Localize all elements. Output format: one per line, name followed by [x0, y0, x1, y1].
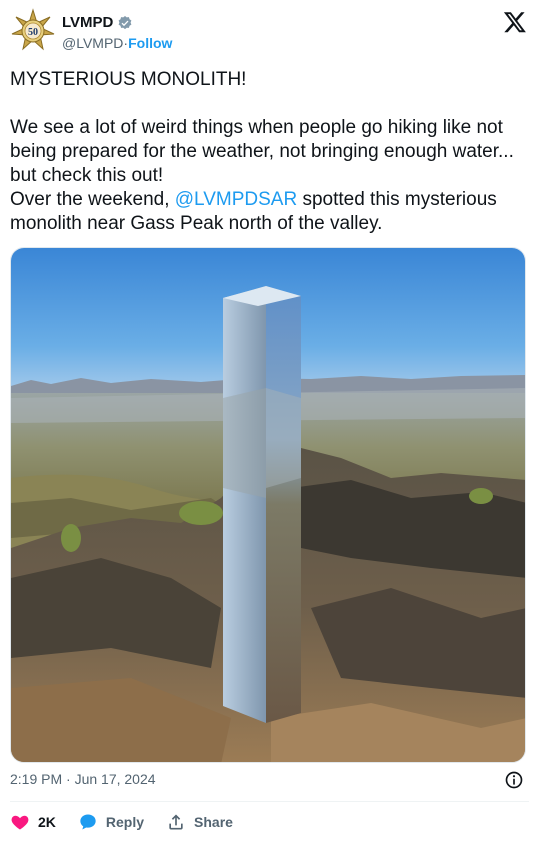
reply-icon [80, 814, 96, 830]
divider [10, 801, 529, 802]
tweet-text: MYSTERIOUS MONOLITH! We see a lot of wei… [10, 68, 530, 236]
handle-row: @LVMPD · Follow [62, 35, 172, 51]
avatar[interactable]: 50 [10, 8, 56, 54]
tweet-header: 50 LVMPD @LVMPD · Follow [10, 8, 529, 54]
monolith-photo [11, 248, 525, 762]
badge-number: 50 [28, 27, 38, 38]
reply-button[interactable]: Reply [78, 812, 144, 832]
info-icon[interactable] [504, 770, 524, 790]
share-icon [169, 814, 183, 830]
tweet-photo[interactable] [10, 247, 526, 763]
heart-icon [11, 815, 29, 830]
handle[interactable]: @LVMPD [62, 35, 123, 51]
tweet-line3-prefix: Over the weekend, [10, 189, 175, 210]
name-row: LVMPD [62, 14, 133, 31]
like-button[interactable]: 2K [10, 812, 56, 832]
like-count: 2K [38, 814, 56, 830]
share-label: Share [194, 814, 233, 830]
x-logo-icon[interactable] [503, 10, 527, 34]
tweet-line-body: We see a lot of weird things when people… [10, 117, 514, 186]
verified-icon [118, 15, 132, 29]
follow-button[interactable]: Follow [128, 35, 172, 51]
timestamp[interactable]: 2:19 PM · Jun 17, 2024 [10, 771, 156, 787]
mention-link[interactable]: @LVMPDSAR [175, 189, 297, 210]
tweet-line-mention-sentence: Over the weekend, @LVMPDSAR spotted this… [10, 188, 530, 236]
tweet-line-title: MYSTERIOUS MONOLITH! [10, 69, 247, 90]
reply-label: Reply [105, 814, 145, 830]
share-button[interactable]: Share [166, 812, 233, 832]
display-name[interactable]: LVMPD [62, 14, 113, 31]
action-bar: 2K Reply Share [10, 810, 255, 834]
